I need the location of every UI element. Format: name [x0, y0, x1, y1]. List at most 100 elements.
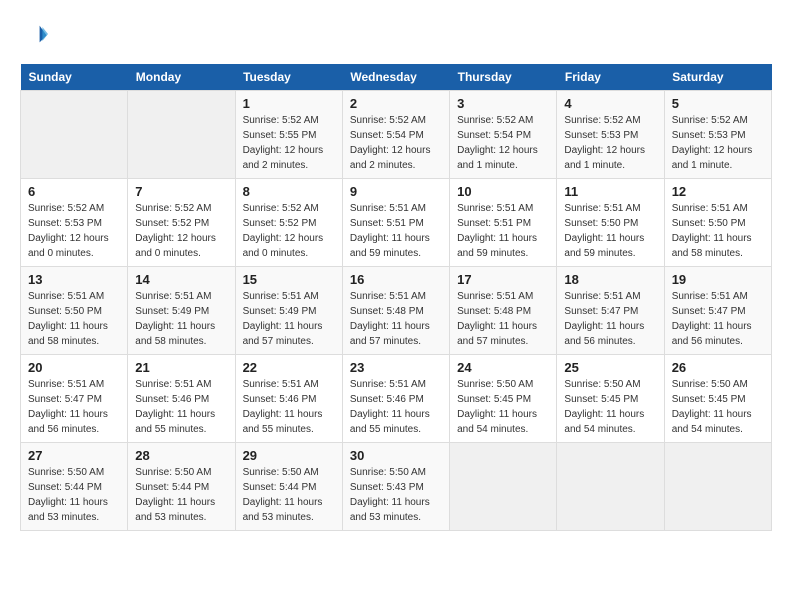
day-number: 3 — [457, 96, 549, 111]
day-number: 11 — [564, 184, 656, 199]
day-number: 23 — [350, 360, 442, 375]
day-detail: Sunrise: 5:51 AMSunset: 5:47 PMDaylight:… — [28, 377, 120, 437]
day-detail: Sunrise: 5:51 AMSunset: 5:49 PMDaylight:… — [243, 289, 335, 349]
day-detail: Sunrise: 5:51 AMSunset: 5:46 PMDaylight:… — [243, 377, 335, 437]
day-detail: Sunrise: 5:52 AMSunset: 5:53 PMDaylight:… — [564, 113, 656, 173]
day-detail: Sunrise: 5:52 AMSunset: 5:52 PMDaylight:… — [135, 201, 227, 261]
day-number: 26 — [672, 360, 764, 375]
calendar-cell: 25 Sunrise: 5:50 AMSunset: 5:45 PMDayligh… — [557, 355, 664, 443]
day-detail: Sunrise: 5:51 AMSunset: 5:51 PMDaylight:… — [457, 201, 549, 261]
day-number: 14 — [135, 272, 227, 287]
calendar-cell: 22 Sunrise: 5:51 AMSunset: 5:46 PMDayligh… — [235, 355, 342, 443]
calendar-cell: 26 Sunrise: 5:50 AMSunset: 5:45 PMDayligh… — [664, 355, 771, 443]
day-detail: Sunrise: 5:50 AMSunset: 5:43 PMDaylight:… — [350, 465, 442, 525]
calendar-cell: 9 Sunrise: 5:51 AMSunset: 5:51 PMDaylight… — [342, 179, 449, 267]
calendar-table: SundayMondayTuesdayWednesdayThursdayFrid… — [20, 64, 772, 531]
calendar-cell — [450, 443, 557, 531]
day-detail: Sunrise: 5:50 AMSunset: 5:45 PMDaylight:… — [672, 377, 764, 437]
day-detail: Sunrise: 5:51 AMSunset: 5:50 PMDaylight:… — [564, 201, 656, 261]
day-number: 1 — [243, 96, 335, 111]
day-detail: Sunrise: 5:52 AMSunset: 5:55 PMDaylight:… — [243, 113, 335, 173]
calendar-cell: 20 Sunrise: 5:51 AMSunset: 5:47 PMDayligh… — [21, 355, 128, 443]
calendar-week-row: 1 Sunrise: 5:52 AMSunset: 5:55 PMDaylight… — [21, 91, 772, 179]
day-number: 9 — [350, 184, 442, 199]
day-detail: Sunrise: 5:50 AMSunset: 5:44 PMDaylight:… — [28, 465, 120, 525]
day-number: 15 — [243, 272, 335, 287]
day-number: 10 — [457, 184, 549, 199]
weekday-header-friday: Friday — [557, 64, 664, 91]
calendar-cell: 10 Sunrise: 5:51 AMSunset: 5:51 PMDayligh… — [450, 179, 557, 267]
day-number: 4 — [564, 96, 656, 111]
day-number: 13 — [28, 272, 120, 287]
calendar-week-row: 13 Sunrise: 5:51 AMSunset: 5:50 PMDayligh… — [21, 267, 772, 355]
day-detail: Sunrise: 5:52 AMSunset: 5:53 PMDaylight:… — [672, 113, 764, 173]
calendar-cell: 2Sunrise: 5:52 AMSunset: 5:54 PMDaylight… — [342, 91, 449, 179]
day-number: 29 — [243, 448, 335, 463]
day-number: 28 — [135, 448, 227, 463]
day-detail: Sunrise: 5:51 AMSunset: 5:50 PMDaylight:… — [28, 289, 120, 349]
calendar-week-row: 20 Sunrise: 5:51 AMSunset: 5:47 PMDayligh… — [21, 355, 772, 443]
calendar-cell: 19 Sunrise: 5:51 AMSunset: 5:47 PMDayligh… — [664, 267, 771, 355]
calendar-cell: 18 Sunrise: 5:51 AMSunset: 5:47 PMDayligh… — [557, 267, 664, 355]
day-detail: Sunrise: 5:51 AMSunset: 5:49 PMDaylight:… — [135, 289, 227, 349]
day-number: 24 — [457, 360, 549, 375]
calendar-cell: 15 Sunrise: 5:51 AMSunset: 5:49 PMDayligh… — [235, 267, 342, 355]
day-number: 16 — [350, 272, 442, 287]
day-detail: Sunrise: 5:50 AMSunset: 5:44 PMDaylight:… — [135, 465, 227, 525]
calendar-cell: 16 Sunrise: 5:51 AMSunset: 5:48 PMDayligh… — [342, 267, 449, 355]
weekday-header-monday: Monday — [128, 64, 235, 91]
day-number: 6 — [28, 184, 120, 199]
day-detail: Sunrise: 5:52 AMSunset: 5:54 PMDaylight:… — [457, 113, 549, 173]
calendar-cell: 17 Sunrise: 5:51 AMSunset: 5:48 PMDayligh… — [450, 267, 557, 355]
calendar-cell: 3 Sunrise: 5:52 AMSunset: 5:54 PMDaylight… — [450, 91, 557, 179]
logo — [20, 20, 52, 48]
weekday-header-saturday: Saturday — [664, 64, 771, 91]
day-detail: Sunrise: 5:50 AMSunset: 5:44 PMDaylight:… — [243, 465, 335, 525]
calendar-cell: 30 Sunrise: 5:50 AMSunset: 5:43 PMDayligh… — [342, 443, 449, 531]
day-detail: Sunrise: 5:52 AMSunset: 5:53 PMDaylight:… — [28, 201, 120, 261]
day-number: 20 — [28, 360, 120, 375]
day-detail: Sunrise: 5:51 AMSunset: 5:48 PMDaylight:… — [457, 289, 549, 349]
day-number: 18 — [564, 272, 656, 287]
calendar-cell: 21 Sunrise: 5:51 AMSunset: 5:46 PMDayligh… — [128, 355, 235, 443]
calendar-cell: 1 Sunrise: 5:52 AMSunset: 5:55 PMDaylight… — [235, 91, 342, 179]
day-detail: Sunrise: 5:51 AMSunset: 5:46 PMDaylight:… — [350, 377, 442, 437]
calendar-cell: 4 Sunrise: 5:52 AMSunset: 5:53 PMDaylight… — [557, 91, 664, 179]
calendar-cell: 23 Sunrise: 5:51 AMSunset: 5:46 PMDayligh… — [342, 355, 449, 443]
day-number: 30 — [350, 448, 442, 463]
day-detail: Sunrise: 5:51 AMSunset: 5:48 PMDaylight:… — [350, 289, 442, 349]
calendar-cell: 8 Sunrise: 5:52 AMSunset: 5:52 PMDaylight… — [235, 179, 342, 267]
calendar-cell: 24 Sunrise: 5:50 AMSunset: 5:45 PMDayligh… — [450, 355, 557, 443]
day-number: 17 — [457, 272, 549, 287]
day-number: 8 — [243, 184, 335, 199]
day-detail: Sunrise: 5:51 AMSunset: 5:50 PMDaylight:… — [672, 201, 764, 261]
weekday-header-tuesday: Tuesday — [235, 64, 342, 91]
day-number: 19 — [672, 272, 764, 287]
day-detail: Sunrise: 5:50 AMSunset: 5:45 PMDaylight:… — [564, 377, 656, 437]
day-number: 12 — [672, 184, 764, 199]
calendar-cell: 5 Sunrise: 5:52 AMSunset: 5:53 PMDaylight… — [664, 91, 771, 179]
day-number: 5 — [672, 96, 764, 111]
calendar-cell — [664, 443, 771, 531]
day-detail: Sunrise: 5:50 AMSunset: 5:45 PMDaylight:… — [457, 377, 549, 437]
day-detail: Sunrise: 5:51 AMSunset: 5:47 PMDaylight:… — [672, 289, 764, 349]
weekday-header-sunday: Sunday — [21, 64, 128, 91]
calendar-cell: 7 Sunrise: 5:52 AMSunset: 5:52 PMDaylight… — [128, 179, 235, 267]
day-detail: Sunrise: 5:51 AMSunset: 5:46 PMDaylight:… — [135, 377, 227, 437]
calendar-cell: 11 Sunrise: 5:51 AMSunset: 5:50 PMDayligh… — [557, 179, 664, 267]
day-number: 22 — [243, 360, 335, 375]
day-number: 7 — [135, 184, 227, 199]
day-number: 21 — [135, 360, 227, 375]
day-detail: Sunrise: 5:51 AMSunset: 5:51 PMDaylight:… — [350, 201, 442, 261]
logo-icon — [20, 20, 48, 48]
day-number: 25 — [564, 360, 656, 375]
weekday-header-wednesday: Wednesday — [342, 64, 449, 91]
day-detail: Sunrise: 5:51 AMSunset: 5:47 PMDaylight:… — [564, 289, 656, 349]
page-header — [20, 20, 772, 48]
calendar-cell — [128, 91, 235, 179]
calendar-cell: 14 Sunrise: 5:51 AMSunset: 5:49 PMDayligh… — [128, 267, 235, 355]
weekday-header-row: SundayMondayTuesdayWednesdayThursdayFrid… — [21, 64, 772, 91]
day-detail: Sunrise: 5:52 AMSunset: 5:52 PMDaylight:… — [243, 201, 335, 261]
day-detail: Sunrise: 5:52 AMSunset: 5:54 PMDaylight:… — [350, 113, 442, 173]
calendar-cell — [557, 443, 664, 531]
